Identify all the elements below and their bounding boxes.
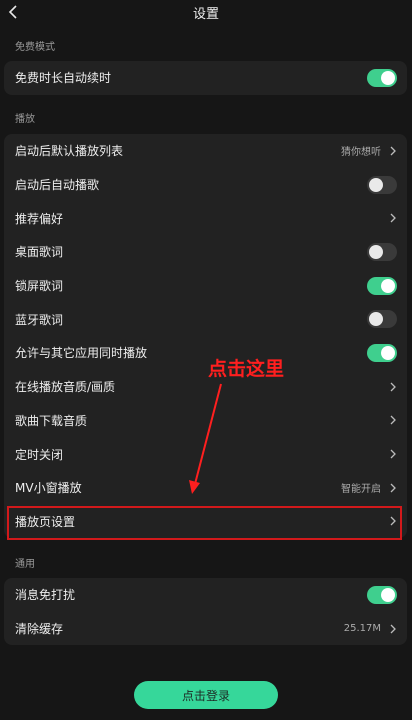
annotation-arrow [189,383,222,494]
annotation-text: 点击这里 [208,358,285,380]
login-button[interactable]: 点击登录 [134,681,278,709]
